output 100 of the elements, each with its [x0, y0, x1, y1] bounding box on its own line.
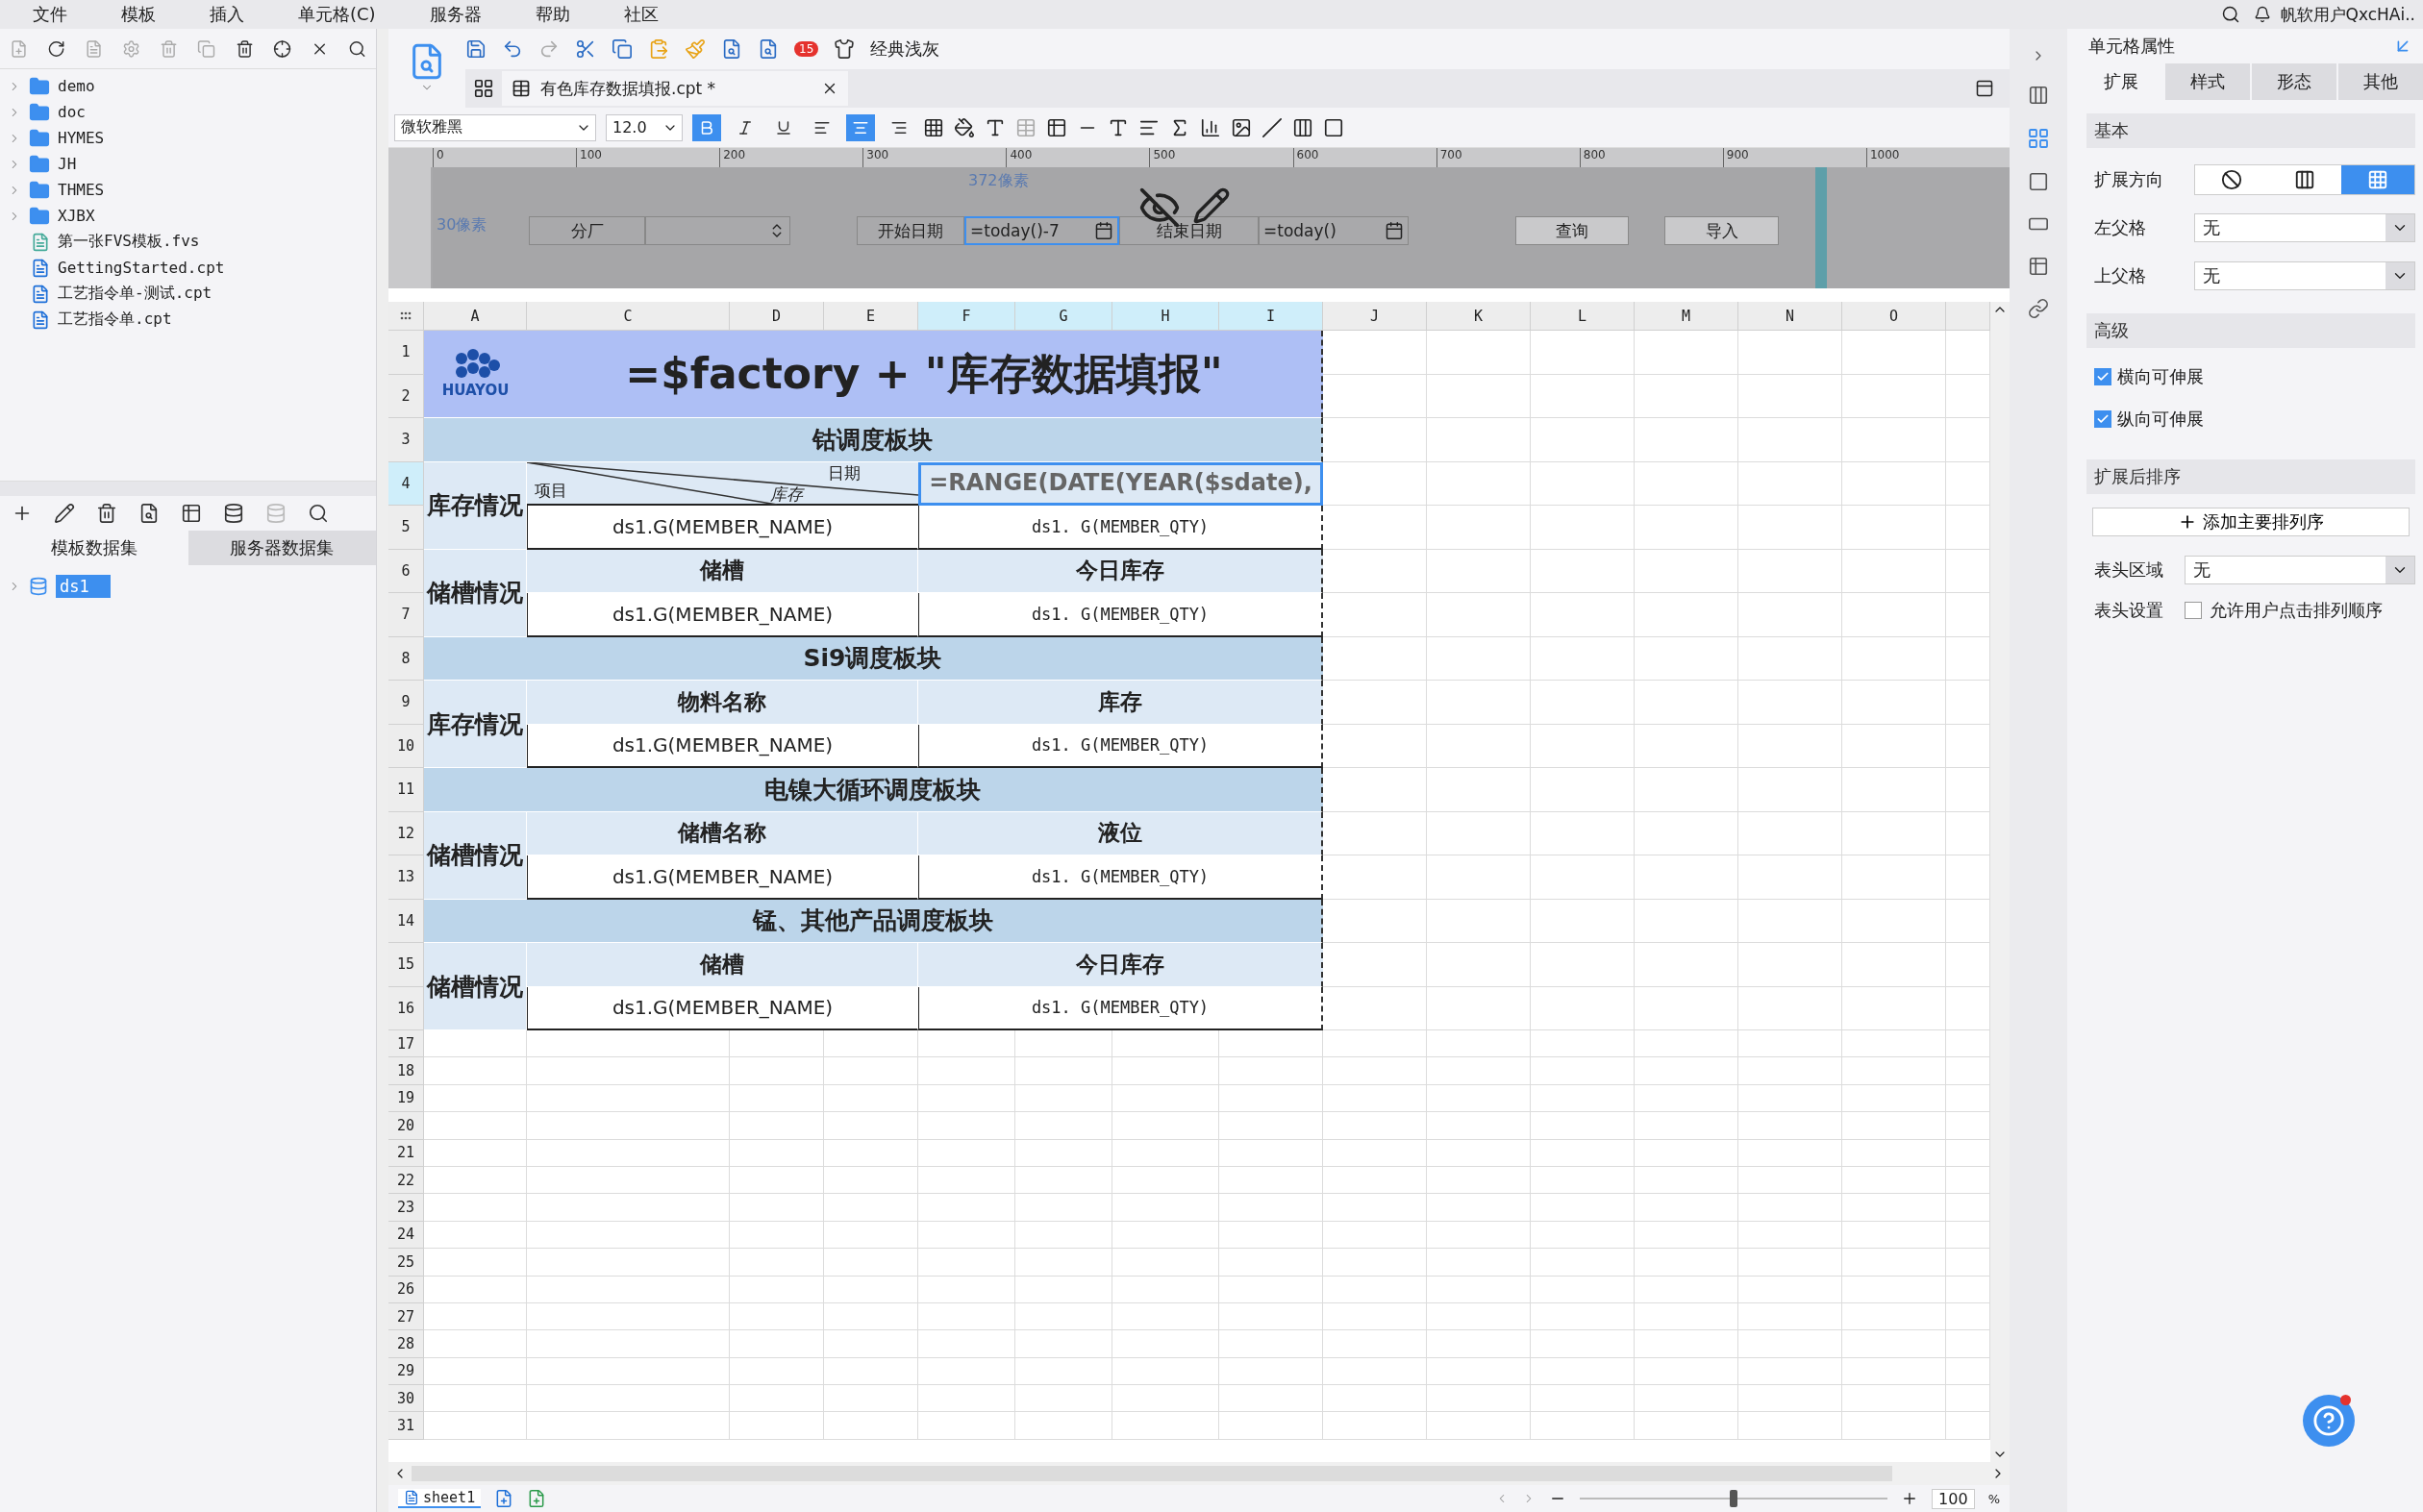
row-header[interactable]: 14	[388, 899, 424, 943]
grid-cell[interactable]	[1015, 1412, 1112, 1440]
grid-cell[interactable]	[527, 1357, 730, 1386]
splitter[interactable]	[0, 481, 376, 496]
menu-item[interactable]: 文件	[33, 3, 67, 26]
grid-cell[interactable]	[424, 1302, 527, 1331]
grid-cell[interactable]	[1842, 724, 1946, 768]
grid-cell[interactable]	[1219, 1357, 1323, 1386]
grid-cell[interactable]	[1531, 1221, 1635, 1250]
zoom-field[interactable]: 100	[1932, 1488, 1975, 1509]
grid-cell[interactable]	[918, 1112, 1015, 1140]
grid-cell[interactable]	[1738, 331, 1842, 375]
direction-selector[interactable]	[2194, 164, 2415, 195]
row-header[interactable]: 21	[388, 1139, 424, 1167]
grid-cell[interactable]	[1738, 1057, 1842, 1085]
grid-cell[interactable]	[1738, 374, 1842, 418]
column-header[interactable]: K	[1427, 302, 1531, 331]
column-header[interactable]: H	[1112, 302, 1219, 331]
grid-cell[interactable]	[824, 1112, 918, 1140]
fill-icon[interactable]	[954, 116, 975, 138]
grid-cell[interactable]	[1219, 1412, 1323, 1440]
font-size-select[interactable]: 12.0	[606, 113, 683, 141]
grid-cell[interactable]	[730, 1330, 824, 1358]
brush-icon[interactable]	[685, 38, 706, 60]
grid-cell[interactable]	[1323, 1166, 1427, 1195]
grid-cell[interactable]	[1738, 1166, 1842, 1195]
formula-cell[interactable]: =RANGE(DATE(YEAR($sdate),	[918, 461, 1323, 506]
grid-cell[interactable]	[1738, 418, 1842, 462]
table-icon[interactable]	[181, 503, 202, 524]
grid-cell[interactable]	[1635, 855, 1738, 900]
grid-cell[interactable]	[918, 1057, 1015, 1085]
grid-cell[interactable]	[1842, 681, 1946, 725]
column-header[interactable]: E	[824, 302, 918, 331]
grid-cell[interactable]	[1842, 506, 1946, 550]
grid-cell[interactable]	[730, 1194, 824, 1222]
column-header[interactable]: J	[1323, 302, 1427, 331]
grid-cell[interactable]	[824, 1194, 918, 1222]
grid-cell[interactable]	[1531, 636, 1635, 681]
grid-cell[interactable]	[1427, 1249, 1531, 1277]
grid-cell[interactable]	[1219, 1276, 1323, 1303]
grid-cell[interactable]	[1635, 1084, 1738, 1113]
copy-icon[interactable]	[612, 38, 633, 60]
grid-cell[interactable]	[1842, 811, 1946, 855]
grid-cell[interactable]	[918, 1330, 1015, 1358]
grid-cell[interactable]	[1427, 1057, 1531, 1085]
grid-cell[interactable]	[1531, 1139, 1635, 1167]
grid-cell[interactable]	[1219, 1057, 1323, 1085]
grid-cell[interactable]	[1842, 331, 1946, 375]
calendar-icon[interactable]	[1385, 221, 1404, 240]
grid-cell[interactable]	[1531, 1276, 1635, 1303]
bold-button[interactable]	[692, 113, 721, 141]
grid-cell[interactable]	[1531, 1330, 1635, 1358]
menu-item[interactable]: 单元格(C)	[298, 3, 376, 26]
grid-cell[interactable]	[1112, 1276, 1219, 1303]
grid-cell[interactable]	[527, 1249, 730, 1277]
notification-badge[interactable]: 15	[794, 41, 819, 57]
grid-cell[interactable]	[1323, 1276, 1427, 1303]
grid-cell[interactable]	[1635, 1194, 1738, 1222]
grid-cell[interactable]	[1427, 1084, 1531, 1113]
grid-cell[interactable]	[918, 1084, 1015, 1113]
border-icon[interactable]	[923, 116, 944, 138]
undo-icon[interactable]	[502, 38, 523, 60]
row-header[interactable]: 17	[388, 1030, 424, 1058]
grid-cell[interactable]	[424, 1221, 527, 1250]
grid-cell[interactable]	[1842, 1330, 1946, 1358]
grid-cell[interactable]	[1219, 1221, 1323, 1250]
grid-cell[interactable]	[1427, 1385, 1531, 1413]
grid-cell[interactable]	[1738, 1276, 1842, 1303]
grid-cell[interactable]	[1427, 899, 1531, 943]
grid-cell[interactable]	[1842, 418, 1946, 462]
grid-cell[interactable]	[824, 1166, 918, 1195]
column-header[interactable]: A	[424, 302, 527, 331]
grid-cell[interactable]	[527, 1057, 730, 1085]
date-field[interactable]: =today()	[1259, 216, 1409, 245]
row-header[interactable]: 4	[388, 461, 424, 506]
grid-cell[interactable]	[730, 1385, 824, 1413]
row-header[interactable]: 19	[388, 1084, 424, 1113]
grid-cell[interactable]	[730, 1166, 824, 1195]
save-icon[interactable]	[465, 38, 487, 60]
grid-cell[interactable]	[1112, 1385, 1219, 1413]
row-header[interactable]: 22	[388, 1166, 424, 1195]
grid-cell[interactable]	[1531, 943, 1635, 987]
grid-cell[interactable]	[824, 1302, 918, 1331]
grid-cell[interactable]	[1427, 1112, 1531, 1140]
tree-item[interactable]: JH	[58, 155, 77, 173]
grid-cell[interactable]	[1323, 1194, 1427, 1222]
row-header[interactable]: 16	[388, 986, 424, 1030]
grid-cell[interactable]	[1531, 1084, 1635, 1113]
row-header[interactable]: 6	[388, 549, 424, 593]
column-header[interactable]: N	[1738, 302, 1842, 331]
section-header[interactable]: 基本	[2086, 113, 2415, 148]
frame-icon[interactable]	[1323, 116, 1344, 138]
grid-cell[interactable]	[1112, 1412, 1219, 1440]
row-header[interactable]: 5	[388, 506, 424, 550]
grid-cell[interactable]	[918, 1166, 1015, 1195]
grid-cell[interactable]	[1112, 1357, 1219, 1386]
grid-cell[interactable]	[1635, 418, 1738, 462]
grid-cell[interactable]	[1531, 1412, 1635, 1440]
grid-cell[interactable]	[1427, 418, 1531, 462]
grid-cell[interactable]	[1427, 636, 1531, 681]
